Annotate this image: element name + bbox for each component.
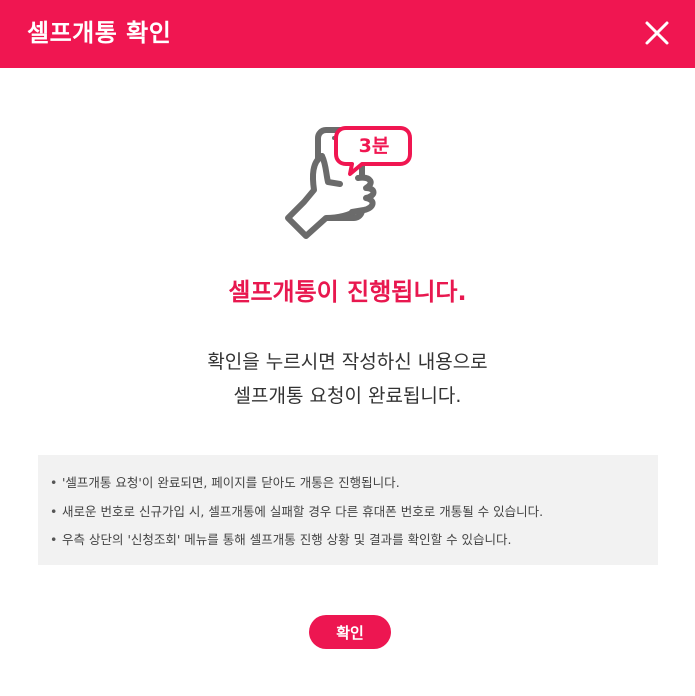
- note-text: '셀프개통 요청'이 완료되면, 페이지를 닫아도 개통은 진행됩니다.: [62, 475, 400, 490]
- dialog-header: 셀프개통 확인: [0, 0, 695, 68]
- notes-box: • '셀프개통 요청'이 완료되면, 페이지를 닫아도 개통은 진행됩니다. • 새…: [38, 455, 658, 565]
- note-item: • 우측 상단의 '신청조회' 메뉴를 통해 셀프개통 진행 상황 및 결과를 확…: [50, 526, 658, 555]
- bullet-icon: •: [50, 475, 58, 490]
- badge-text: 3분: [359, 135, 390, 157]
- headline: 셀프개통이 진행됩니다.: [228, 278, 467, 306]
- note-text: 새로운 번호로 신규가입 시, 셀프개통에 실패할 경우 다른 휴대폰 번호로 …: [62, 503, 544, 519]
- confirm-button[interactable]: 확인: [309, 615, 391, 649]
- note-item: • 새로운 번호로 신규가입 시, 셀프개통에 실패할 경우 다른 휴대폰 번호로…: [50, 498, 658, 527]
- dialog-title: 셀프개통 확인: [27, 19, 172, 47]
- hand-phone-icon: 3분: [282, 122, 414, 246]
- description-line-2: 셀프개통 요청이 완료됩니다.: [233, 385, 462, 407]
- description: 확인을 누르시면 작성하신 내용으로 셀프개통 요청이 완료됩니다.: [0, 345, 695, 413]
- description-line-1: 확인을 누르시면 작성하신 내용으로: [207, 351, 488, 373]
- close-icon[interactable]: [643, 19, 671, 47]
- bullet-icon: •: [50, 532, 58, 547]
- note-text: 우측 상단의 '신청조회' 메뉴를 통해 셀프개통 진행 상황 및 결과를 확인…: [62, 532, 512, 547]
- bullet-icon: •: [50, 503, 58, 519]
- note-item: • '셀프개통 요청'이 완료되면, 페이지를 닫아도 개통은 진행됩니다.: [50, 469, 658, 498]
